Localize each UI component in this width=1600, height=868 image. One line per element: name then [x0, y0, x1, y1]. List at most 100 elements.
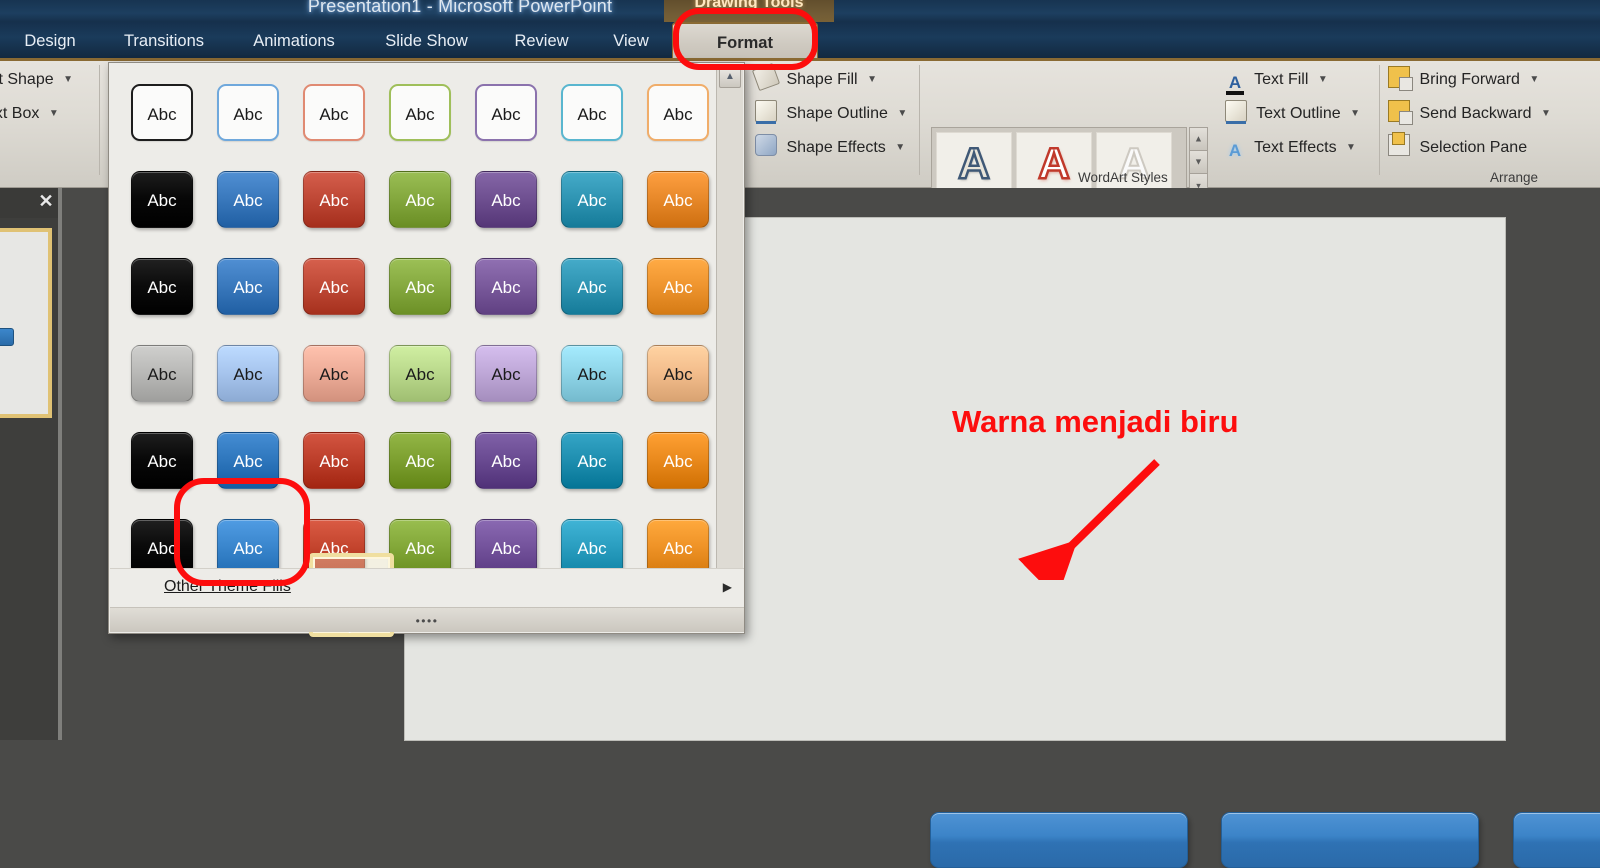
shape-style-swatch[interactable]: Abc — [389, 432, 451, 489]
wordart-preview-1[interactable]: A — [936, 132, 1012, 194]
shape-style-swatch[interactable]: Abc — [131, 171, 193, 228]
chevron-down-icon: ▼ — [895, 142, 906, 153]
tab-review[interactable]: Review — [502, 22, 581, 60]
shape-style-swatch[interactable]: Abc — [131, 345, 193, 402]
send-backward-button[interactable]: Send Backward ▼ — [1388, 99, 1551, 129]
shape-style-swatch[interactable]: Abc — [561, 171, 623, 228]
shape-outline-label: Shape Outline — [786, 105, 888, 122]
shape-style-swatch[interactable]: Abc — [131, 432, 193, 489]
shape-style-swatch[interactable]: Abc — [475, 345, 537, 402]
slide-thumbnail-pane: ✕ — [0, 188, 62, 740]
tab-slide-show[interactable]: Slide Show — [370, 22, 483, 60]
text-box-button[interactable]: ext Box ▼ — [0, 99, 59, 129]
group-separator — [99, 65, 100, 175]
pane-divider[interactable] — [58, 188, 62, 740]
text-effects-label: Text Effects — [1254, 139, 1337, 156]
chevron-down-icon: ▼ — [1540, 108, 1551, 119]
shape-effects-label: Shape Effects — [786, 139, 886, 156]
chevron-down-icon: ▼ — [1350, 108, 1360, 119]
selection-pane-icon — [1388, 132, 1410, 156]
edit-shape-label: dit Shape — [0, 71, 54, 88]
shape-style-swatch[interactable]: Abc — [561, 258, 623, 315]
shape-style-swatch[interactable]: Abc — [647, 345, 709, 402]
selection-pane-label: Selection Pane — [1419, 139, 1528, 156]
slide-thumbnail-1[interactable] — [0, 228, 52, 418]
chevron-down-icon: ▼ — [1529, 74, 1540, 85]
triangle-up-icon: ▲ — [1194, 133, 1203, 144]
shape-style-swatch[interactable]: Abc — [647, 258, 709, 315]
shape-style-swatch[interactable]: Abc — [217, 171, 279, 228]
selection-pane-button[interactable]: Selection Pane — [1388, 132, 1528, 163]
pencil-outline-icon — [755, 100, 777, 124]
rounded-rectangle-3[interactable] — [1513, 812, 1600, 868]
annotation-text: Warna menjadi biru — [952, 404, 1239, 439]
send-backward-label: Send Backward — [1419, 105, 1532, 122]
chevron-down-icon: ▼ — [48, 108, 59, 119]
text-outline-label: Text Outline — [1256, 105, 1341, 122]
rounded-rectangle-2[interactable] — [1221, 812, 1479, 868]
tab-animations[interactable]: Animations — [238, 22, 350, 60]
chevron-down-icon: ▼ — [1317, 74, 1328, 85]
text-fill-label: Text Fill — [1254, 71, 1309, 88]
shape-style-swatch[interactable]: Abc — [217, 84, 279, 141]
shape-fill-label: Shape Fill — [786, 71, 858, 88]
shape-style-swatch[interactable]: Abc — [561, 432, 623, 489]
tab-design[interactable]: Design — [12, 22, 88, 60]
bring-forward-button[interactable]: Bring Forward ▼ — [1388, 65, 1539, 95]
shape-style-swatch[interactable]: Abc — [475, 171, 537, 228]
text-box-label: ext Box — [0, 105, 40, 122]
shape-style-swatch[interactable]: Abc — [131, 84, 193, 141]
shape-style-swatch[interactable]: Abc — [647, 84, 709, 141]
shape-style-swatch[interactable]: Abc — [303, 171, 365, 228]
close-icon[interactable]: ✕ — [37, 192, 55, 210]
shape-outline-button[interactable]: Shape Outline ▼ — [755, 99, 907, 129]
chevron-down-icon: ▼ — [63, 74, 73, 85]
grip-dots-icon: •••• — [415, 614, 439, 628]
shape-style-swatch[interactable]: Abc — [389, 84, 451, 141]
text-fill-button[interactable]: A Text Fill ▼ — [1225, 65, 1328, 95]
shape-style-swatch[interactable]: Abc — [303, 84, 365, 141]
shape-style-swatch[interactable]: Abc — [217, 258, 279, 315]
shape-style-swatch[interactable]: Abc — [303, 432, 365, 489]
shape-effects-button[interactable]: Shape Effects ▼ — [755, 133, 905, 163]
shape-style-swatch[interactable]: Abc — [303, 258, 365, 315]
shape-style-swatch[interactable]: Abc — [131, 258, 193, 315]
annotation-circle-selected-swatch — [174, 478, 310, 586]
text-outline-button[interactable]: Text Outline ▼ — [1225, 99, 1360, 129]
edit-shape-button[interactable]: dit Shape ▼ — [0, 65, 73, 95]
submenu-arrow-icon: ▶ — [722, 580, 732, 594]
shape-style-swatch[interactable]: Abc — [475, 84, 537, 141]
group-separator — [1379, 65, 1380, 175]
shape-style-swatch[interactable]: Abc — [647, 432, 709, 489]
tab-view[interactable]: View — [600, 22, 662, 60]
rounded-rectangle-1[interactable] — [930, 812, 1188, 868]
thumbnail-shape — [0, 328, 14, 346]
shape-style-swatch[interactable]: Abc — [475, 258, 537, 315]
annotation-circle-format-tab — [673, 8, 818, 70]
chevron-down-icon: ▼ — [867, 74, 877, 85]
shape-style-swatch[interactable]: Abc — [389, 258, 451, 315]
shape-style-swatch[interactable]: Abc — [561, 345, 623, 402]
tab-transitions[interactable]: Transitions — [106, 22, 222, 60]
shape-style-swatch[interactable]: Abc — [303, 345, 365, 402]
wordart-scroll-up-button[interactable]: ▲ — [1189, 127, 1208, 150]
chevron-down-icon: ▼ — [1346, 142, 1356, 153]
shape-style-swatch[interactable]: Abc — [561, 84, 623, 141]
shape-style-swatch[interactable]: Abc — [647, 171, 709, 228]
arrange-group-label: Arrange — [1490, 170, 1539, 185]
text-effects-button[interactable]: A Text Effects ▼ — [1225, 133, 1356, 163]
shape-effects-icon — [755, 134, 777, 156]
slide-pane-header: ✕ — [0, 188, 62, 218]
gallery-resize-grip[interactable]: •••• — [110, 607, 744, 632]
shape-style-swatch[interactable]: Abc — [389, 171, 451, 228]
shape-style-swatch[interactable]: Abc — [217, 345, 279, 402]
wordart-scroll-down-button[interactable]: ▼ — [1189, 150, 1208, 173]
shape-style-swatch[interactable]: Abc — [475, 432, 537, 489]
wordart-styles-group-label: WordArt Styles — [1078, 170, 1168, 185]
annotation-arrow-icon — [1017, 459, 1160, 580]
text-fill-icon: A — [1225, 74, 1245, 95]
group-separator — [919, 65, 920, 175]
gallery-scrollbar[interactable]: ▲ ▼ — [716, 64, 743, 600]
shape-style-swatch[interactable]: Abc — [389, 345, 451, 402]
send-backward-icon — [1388, 100, 1413, 125]
